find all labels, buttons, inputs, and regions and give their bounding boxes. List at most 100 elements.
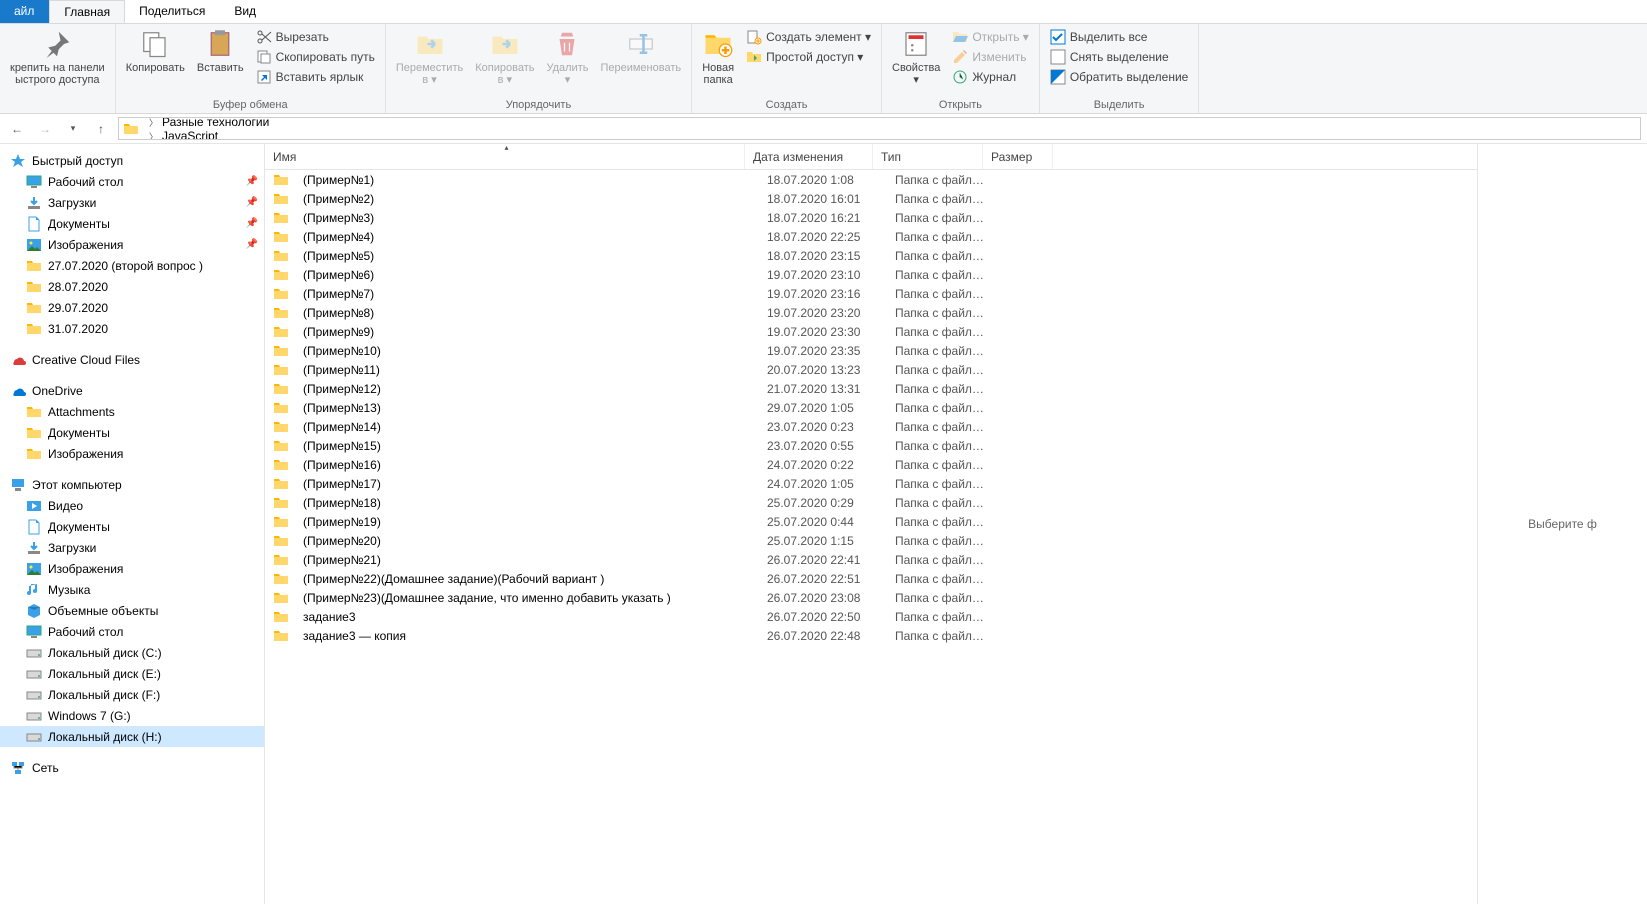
file-row[interactable]: (Пример№20)25.07.2020 1:15Папка с файлам…: [265, 531, 1477, 550]
sidebar-item[interactable]: Локальный диск (C:): [0, 642, 264, 663]
column-type[interactable]: Тип: [873, 144, 983, 169]
tab-home[interactable]: Главная: [49, 0, 125, 23]
sidebar-item[interactable]: 31.07.2020: [0, 318, 264, 339]
sidebar-item[interactable]: Документы: [0, 516, 264, 537]
network-icon: [10, 760, 26, 776]
sidebar-item[interactable]: Локальный диск (E:): [0, 663, 264, 684]
new-item-button[interactable]: Создать элемент ▾: [742, 28, 875, 46]
open-button[interactable]: Открыть ▾: [948, 28, 1032, 46]
nav-back-button[interactable]: ←: [6, 118, 28, 140]
sidebar-item[interactable]: Изображения📌: [0, 234, 264, 255]
file-row[interactable]: (Пример№9)19.07.2020 23:30Папка с файлам…: [265, 322, 1477, 341]
sidebar-item[interactable]: Загрузки: [0, 537, 264, 558]
file-row[interactable]: (Пример№22)(Домашнее задание)(Рабочий ва…: [265, 569, 1477, 588]
navigation-pane[interactable]: Быстрый доступ Рабочий стол📌Загрузки📌Док…: [0, 144, 265, 904]
file-row[interactable]: задание3 — копия26.07.2020 22:48Папка с …: [265, 626, 1477, 645]
nav-up-button[interactable]: ↑: [90, 118, 112, 140]
cut-button[interactable]: Вырезать: [252, 28, 379, 46]
sidebar-item[interactable]: Локальный диск (F:): [0, 684, 264, 705]
sidebar-item[interactable]: 27.07.2020 (второй вопрос ): [0, 255, 264, 276]
delete-button[interactable]: Удалить ▾: [542, 26, 592, 88]
edit-button[interactable]: Изменить: [948, 48, 1032, 66]
nav-recent-button[interactable]: ▾: [62, 118, 84, 140]
file-row[interactable]: (Пример№2)18.07.2020 16:01Папка с файлам…: [265, 189, 1477, 208]
file-row[interactable]: (Пример№23)(Домашнее задание, что именно…: [265, 588, 1477, 607]
sidebar-item[interactable]: Локальный диск (H:): [0, 726, 264, 747]
file-row[interactable]: (Пример№14)23.07.2020 0:23Папка с файлам…: [265, 417, 1477, 436]
pin-icon: [41, 28, 73, 60]
tab-file[interactable]: айл: [0, 0, 49, 23]
sidebar-network[interactable]: Сеть: [0, 757, 264, 778]
sidebar-item[interactable]: Объемные объекты: [0, 600, 264, 621]
breadcrumb-segment[interactable]: 〉JavaScript: [145, 129, 547, 140]
sidebar-item[interactable]: Документы📌: [0, 213, 264, 234]
sidebar-item[interactable]: Изображения: [0, 443, 264, 464]
copy-to-button[interactable]: Копировать в ▾: [471, 26, 538, 88]
sidebar-creative-cloud[interactable]: Creative Cloud Files: [0, 349, 264, 370]
select-all-button[interactable]: Выделить все: [1046, 28, 1193, 46]
sidebar-item[interactable]: Документы: [0, 422, 264, 443]
file-type: Папка с файлами: [887, 363, 997, 377]
paste-button[interactable]: Вставить: [193, 26, 248, 76]
file-row[interactable]: задание326.07.2020 22:50Папка с файлами: [265, 607, 1477, 626]
sidebar-onedrive[interactable]: OneDrive: [0, 380, 264, 401]
select-none-button[interactable]: Снять выделение: [1046, 48, 1193, 66]
sidebar-item[interactable]: Видео: [0, 495, 264, 516]
sidebar-item[interactable]: Attachments: [0, 401, 264, 422]
chevron-right-icon: 〉: [145, 130, 162, 141]
file-row[interactable]: (Пример№19)25.07.2020 0:44Папка с файлам…: [265, 512, 1477, 531]
file-date: 18.07.2020 16:01: [759, 192, 887, 206]
column-date[interactable]: Дата изменения: [745, 144, 873, 169]
sidebar-this-pc[interactable]: Этот компьютер: [0, 474, 264, 495]
folder-icon: [273, 343, 289, 359]
properties-button[interactable]: Свойства ▾: [888, 26, 944, 88]
file-row[interactable]: (Пример№18)25.07.2020 0:29Папка с файлам…: [265, 493, 1477, 512]
new-folder-button[interactable]: Новая папка: [698, 26, 738, 88]
sidebar-item[interactable]: Изображения: [0, 558, 264, 579]
file-row[interactable]: (Пример№3)18.07.2020 16:21Папка с файлам…: [265, 208, 1477, 227]
copy-path-button[interactable]: Скопировать путь: [252, 48, 379, 66]
pin-to-quick-access-button[interactable]: крепить на панели ыстрого доступа: [6, 26, 109, 88]
file-row[interactable]: (Пример№4)18.07.2020 22:25Папка с файлам…: [265, 227, 1477, 246]
file-row[interactable]: (Пример№12)21.07.2020 13:31Папка с файла…: [265, 379, 1477, 398]
sidebar-item[interactable]: Windows 7 (G:): [0, 705, 264, 726]
file-row[interactable]: (Пример№15)23.07.2020 0:55Папка с файлам…: [265, 436, 1477, 455]
move-to-button[interactable]: Переместить в ▾: [392, 26, 467, 88]
breadcrumb[interactable]: 〉Этот компьютер〉Локальный диск (H:)〉crea…: [118, 117, 1641, 140]
sidebar-item[interactable]: 29.07.2020: [0, 297, 264, 318]
file-row[interactable]: (Пример№1)18.07.2020 1:08Папка с файлами: [265, 170, 1477, 189]
breadcrumb-segment[interactable]: 〉Разные технологии: [145, 117, 547, 129]
easy-access-button[interactable]: Простой доступ ▾: [742, 48, 875, 66]
file-row[interactable]: (Пример№8)19.07.2020 23:20Папка с файлам…: [265, 303, 1477, 322]
sidebar-item[interactable]: Загрузки📌: [0, 192, 264, 213]
file-row[interactable]: (Пример№13)29.07.2020 1:05Папка с файлам…: [265, 398, 1477, 417]
file-row[interactable]: (Пример№11)20.07.2020 13:23Папка с файла…: [265, 360, 1477, 379]
file-row[interactable]: (Пример№6)19.07.2020 23:10Папка с файлам…: [265, 265, 1477, 284]
folder-icon: [273, 191, 289, 207]
file-row[interactable]: (Пример№10)19.07.2020 23:35Папка с файла…: [265, 341, 1477, 360]
file-row[interactable]: (Пример№17)24.07.2020 1:05Папка с файлам…: [265, 474, 1477, 493]
select-all-icon: [1050, 29, 1066, 45]
file-row[interactable]: (Пример№7)19.07.2020 23:16Папка с файлам…: [265, 284, 1477, 303]
column-size[interactable]: Размер: [983, 144, 1053, 169]
tab-view[interactable]: Вид: [220, 0, 271, 23]
rename-button[interactable]: Переименовать: [596, 26, 685, 76]
column-name[interactable]: Имя▴: [265, 144, 745, 169]
file-row[interactable]: (Пример№5)18.07.2020 23:15Папка с файлам…: [265, 246, 1477, 265]
sidebar-quick-access[interactable]: Быстрый доступ: [0, 150, 264, 171]
copy-button[interactable]: Копировать: [122, 26, 189, 76]
file-list[interactable]: Имя▴ Дата изменения Тип Размер (Пример№1…: [265, 144, 1477, 904]
sidebar-item[interactable]: Рабочий стол📌: [0, 171, 264, 192]
paste-shortcut-button[interactable]: Вставить ярлык: [252, 68, 379, 86]
new-item-icon: [746, 29, 762, 45]
file-row[interactable]: (Пример№21)26.07.2020 22:41Папка с файла…: [265, 550, 1477, 569]
sidebar-item[interactable]: 28.07.2020: [0, 276, 264, 297]
video-icon: [26, 498, 42, 514]
history-button[interactable]: Журнал: [948, 68, 1032, 86]
nav-forward-button[interactable]: →: [34, 118, 56, 140]
sidebar-item[interactable]: Музыка: [0, 579, 264, 600]
sidebar-item[interactable]: Рабочий стол: [0, 621, 264, 642]
invert-selection-button[interactable]: Обратить выделение: [1046, 68, 1193, 86]
file-row[interactable]: (Пример№16)24.07.2020 0:22Папка с файлам…: [265, 455, 1477, 474]
tab-share[interactable]: Поделиться: [125, 0, 220, 23]
